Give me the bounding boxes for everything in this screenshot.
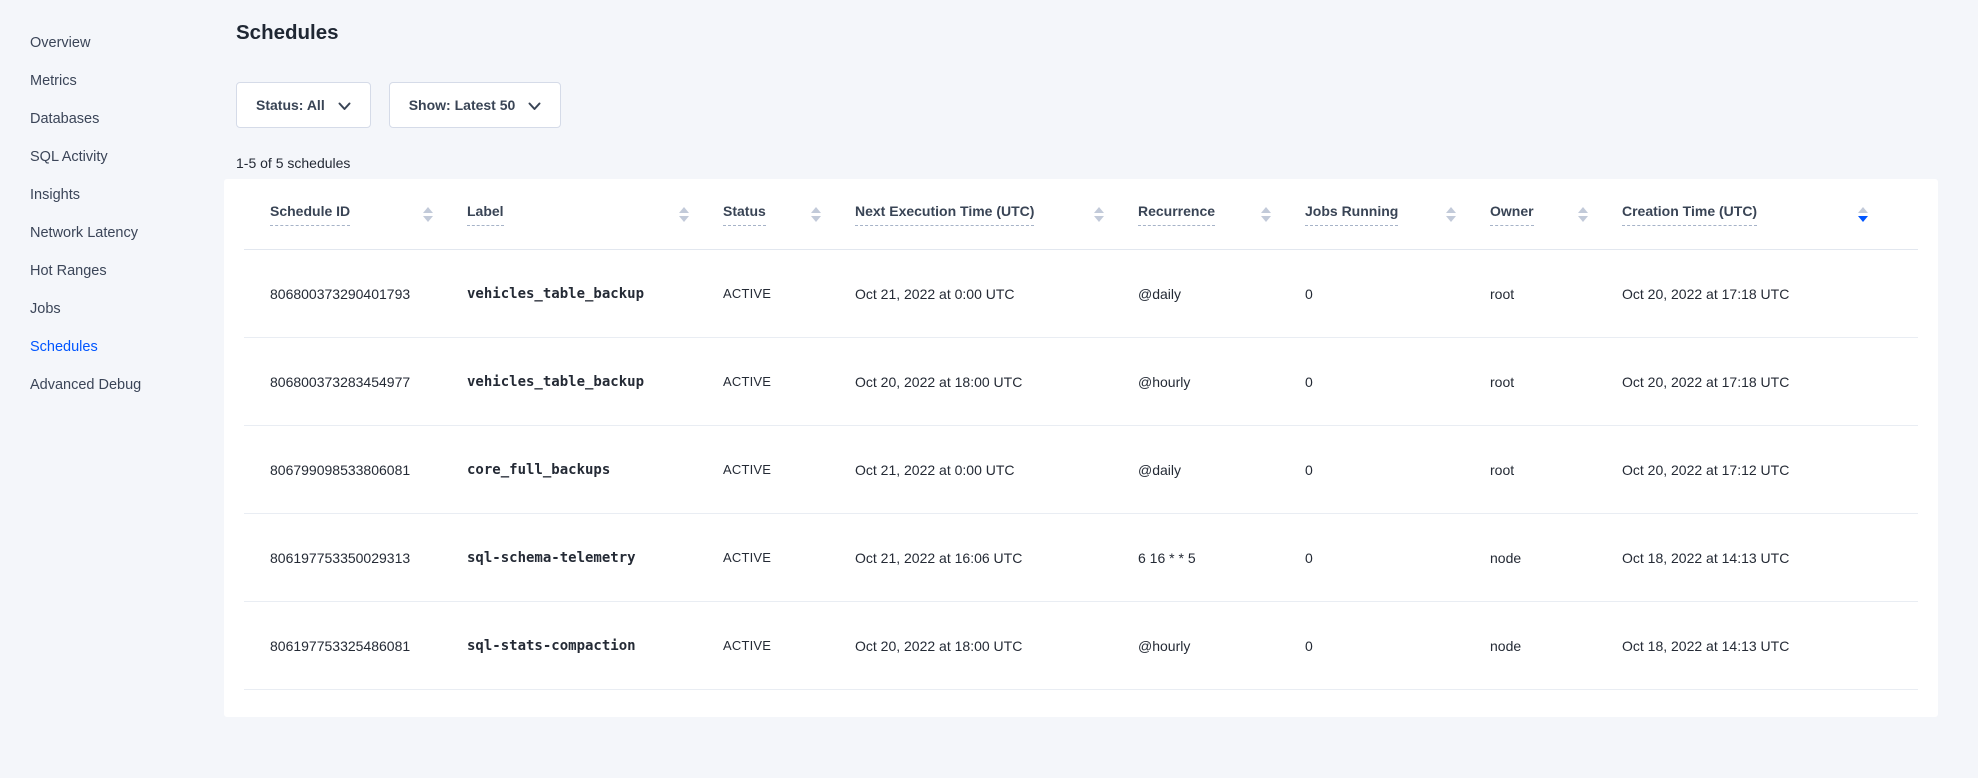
sort-arrows-icon [1094, 207, 1104, 222]
column-header-recurrence[interactable]: Recurrence [1138, 179, 1305, 250]
label-cell: sql-schema-telemetry [467, 514, 723, 602]
owner-cell: node [1490, 514, 1622, 602]
label-cell: sql-stats-compaction [467, 602, 723, 690]
table-row: 806800373290401793 vehicles_table_backup… [244, 250, 1918, 338]
sidebar-item-overview[interactable]: Overview [0, 24, 224, 62]
schedule-id-cell: 806197753325486081 [244, 602, 467, 690]
schedule-id-cell: 806800373283454977 [244, 338, 467, 426]
status-cell: ACTIVE [723, 338, 855, 426]
next-execution-cell: Oct 20, 2022 at 18:00 UTC [855, 338, 1138, 426]
column-header-label[interactable]: Label [467, 179, 723, 250]
next-execution-cell: Oct 21, 2022 at 16:06 UTC [855, 514, 1138, 602]
recurrence-cell: @daily [1138, 250, 1305, 338]
column-label: Schedule ID [270, 203, 350, 226]
status-cell: ACTIVE [723, 426, 855, 514]
next-execution-cell: Oct 21, 2022 at 0:00 UTC [855, 250, 1138, 338]
schedule-id-cell: 806799098533806081 [244, 426, 467, 514]
column-label: Creation Time (UTC) [1622, 203, 1757, 226]
sort-arrows-icon [1446, 207, 1456, 222]
jobs-running-cell: 0 [1305, 426, 1490, 514]
recurrence-cell: @daily [1138, 426, 1305, 514]
next-execution-cell: Oct 21, 2022 at 0:00 UTC [855, 426, 1138, 514]
page-title: Schedules [236, 21, 1938, 45]
column-label: Jobs Running [1305, 203, 1398, 226]
column-label: Owner [1490, 203, 1534, 226]
column-label: Label [467, 203, 504, 226]
show-limit-label: Show: Latest 50 [409, 97, 516, 113]
recurrence-cell: @hourly [1138, 338, 1305, 426]
sidebar-item-metrics[interactable]: Metrics [0, 62, 224, 100]
sort-arrows-icon [1578, 207, 1588, 222]
sidebar-item-jobs[interactable]: Jobs [0, 290, 224, 328]
status-filter-dropdown[interactable]: Status: All [236, 82, 371, 128]
recurrence-cell: @hourly [1138, 602, 1305, 690]
jobs-running-cell: 0 [1305, 338, 1490, 426]
schedules-table-card: Schedule ID Label Status Next Execu [224, 179, 1938, 717]
column-header-status[interactable]: Status [723, 179, 855, 250]
sidebar-item-sql-activity[interactable]: SQL Activity [0, 138, 224, 176]
column-label: Next Execution Time (UTC) [855, 203, 1034, 226]
page-layout: Overview Metrics Databases SQL Activity … [0, 0, 1978, 778]
column-label: Recurrence [1138, 203, 1215, 226]
schedules-table: Schedule ID Label Status Next Execu [244, 179, 1918, 690]
sort-arrows-icon [423, 207, 433, 222]
chevron-down-icon [338, 102, 351, 111]
label-cell: vehicles_table_backup [467, 338, 723, 426]
results-count: 1-5 of 5 schedules [236, 155, 1938, 171]
column-header-owner[interactable]: Owner [1490, 179, 1622, 250]
sort-arrows-icon [1858, 207, 1868, 222]
creation-time-cell: Oct 18, 2022 at 14:13 UTC [1622, 514, 1918, 602]
sort-arrows-icon [679, 207, 689, 222]
chevron-down-icon [528, 102, 541, 111]
sort-arrows-icon [811, 207, 821, 222]
sidebar-item-insights[interactable]: Insights [0, 176, 224, 214]
status-cell: ACTIVE [723, 514, 855, 602]
sidebar-item-hot-ranges[interactable]: Hot Ranges [0, 252, 224, 290]
table-body: 806800373290401793 vehicles_table_backup… [244, 250, 1918, 690]
owner-cell: root [1490, 250, 1622, 338]
schedule-id-cell: 806800373290401793 [244, 250, 467, 338]
table-header: Schedule ID Label Status Next Execu [244, 179, 1918, 250]
column-header-creation-time[interactable]: Creation Time (UTC) [1622, 179, 1918, 250]
table-header-row: Schedule ID Label Status Next Execu [244, 179, 1918, 250]
column-header-next-execution-time[interactable]: Next Execution Time (UTC) [855, 179, 1138, 250]
sidebar-item-advanced-debug[interactable]: Advanced Debug [0, 366, 224, 404]
schedule-id-cell: 806197753350029313 [244, 514, 467, 602]
status-cell: ACTIVE [723, 250, 855, 338]
creation-time-cell: Oct 20, 2022 at 17:18 UTC [1622, 250, 1918, 338]
table-row: 806800373283454977 vehicles_table_backup… [244, 338, 1918, 426]
sidebar: Overview Metrics Databases SQL Activity … [0, 0, 224, 778]
status-cell: ACTIVE [723, 602, 855, 690]
sort-arrows-icon [1261, 207, 1271, 222]
sidebar-item-databases[interactable]: Databases [0, 100, 224, 138]
jobs-running-cell: 0 [1305, 514, 1490, 602]
show-limit-dropdown[interactable]: Show: Latest 50 [389, 82, 562, 128]
owner-cell: node [1490, 602, 1622, 690]
owner-cell: root [1490, 426, 1622, 514]
label-cell: core_full_backups [467, 426, 723, 514]
label-cell: vehicles_table_backup [467, 250, 723, 338]
creation-time-cell: Oct 20, 2022 at 17:18 UTC [1622, 338, 1918, 426]
column-header-jobs-running[interactable]: Jobs Running [1305, 179, 1490, 250]
table-row: 806197753350029313 sql-schema-telemetry … [244, 514, 1918, 602]
main-content: Schedules Status: All Show: Latest 50 1-… [224, 0, 1978, 778]
status-filter-label: Status: All [256, 97, 325, 113]
jobs-running-cell: 0 [1305, 602, 1490, 690]
sidebar-item-schedules[interactable]: Schedules [0, 328, 224, 366]
table-row: 806799098533806081 core_full_backups ACT… [244, 426, 1918, 514]
creation-time-cell: Oct 18, 2022 at 14:13 UTC [1622, 602, 1918, 690]
next-execution-cell: Oct 20, 2022 at 18:00 UTC [855, 602, 1138, 690]
owner-cell: root [1490, 338, 1622, 426]
column-label: Status [723, 203, 766, 226]
creation-time-cell: Oct 20, 2022 at 17:12 UTC [1622, 426, 1918, 514]
recurrence-cell: 6 16 * * 5 [1138, 514, 1305, 602]
filter-bar: Status: All Show: Latest 50 [236, 82, 1938, 128]
table-row: 806197753325486081 sql-stats-compaction … [244, 602, 1918, 690]
jobs-running-cell: 0 [1305, 250, 1490, 338]
column-header-schedule-id[interactable]: Schedule ID [244, 179, 467, 250]
sidebar-item-network-latency[interactable]: Network Latency [0, 214, 224, 252]
